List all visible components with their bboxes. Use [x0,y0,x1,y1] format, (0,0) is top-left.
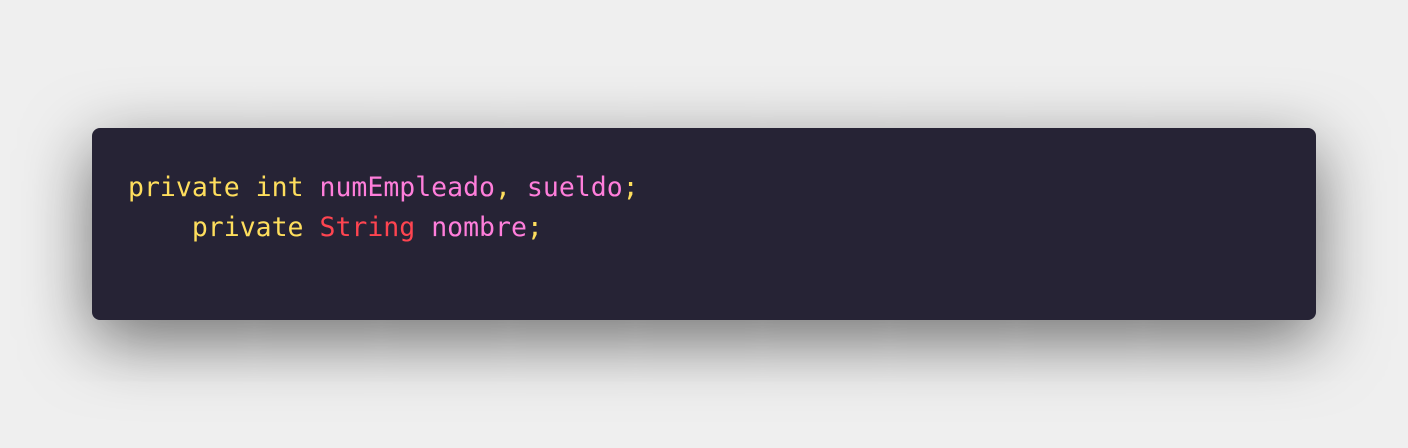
code-line-2: private String nombre; [128,208,1280,248]
keyword-private: private [191,212,304,243]
punctuation-comma: , [495,172,527,203]
keyword-private: private [128,172,240,203]
code-line-1: private int numEmpleado, sueldo; [128,168,1280,208]
keyword-int: int [255,172,304,203]
punctuation-semicolon: ; [526,212,543,243]
identifier-num-empleado: numEmpleado [319,172,496,203]
type-string: String [319,212,416,243]
code-snippet-card: private int numEmpleado, sueldo; private… [92,128,1316,320]
identifier-sueldo: sueldo [526,172,623,203]
indentation [128,212,192,243]
identifier-nombre: nombre [431,212,527,243]
punctuation-semicolon: ; [622,172,639,203]
